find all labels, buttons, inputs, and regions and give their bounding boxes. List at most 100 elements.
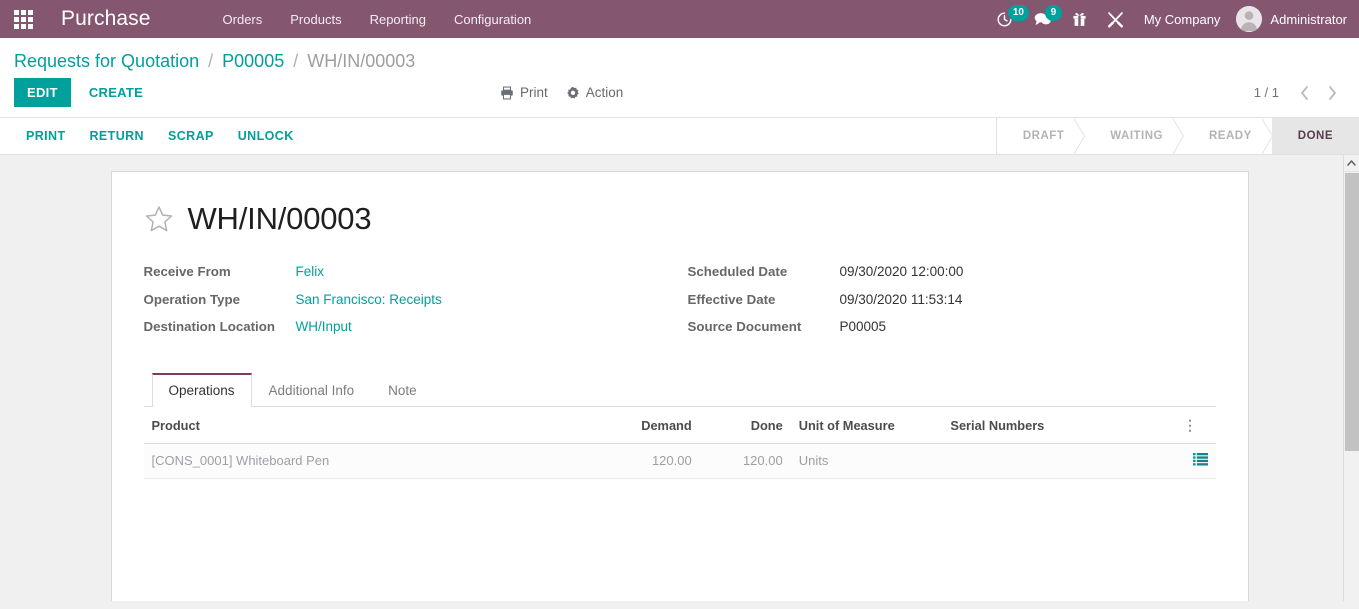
table-header-row: Product Demand Done Unit of Measure Seri… (144, 407, 1216, 443)
cell-detail-action[interactable] (1175, 443, 1216, 478)
status-stage-draft[interactable]: DRAFT (997, 118, 1084, 154)
star-outline-icon[interactable] (144, 205, 174, 234)
edit-button[interactable]: EDIT (14, 78, 71, 107)
print-button[interactable]: PRINT (14, 123, 78, 149)
wrench-tools-icon (1107, 11, 1124, 28)
breadcrumb-item-root[interactable]: Requests for Quotation (14, 51, 199, 71)
page-title: WH/IN/00003 (188, 202, 372, 236)
apps-grid-icon (14, 10, 33, 29)
print-dropdown-label: Print (520, 85, 548, 100)
sheet-container: WH/IN/00003 Receive From Felix Operation… (0, 155, 1359, 601)
print-dropdown[interactable]: Print (500, 85, 548, 100)
operations-table: Product Demand Done Unit of Measure Seri… (144, 407, 1216, 479)
table-row[interactable]: [CONS_0001] Whiteboard Pen 120.00 120.00… (144, 443, 1216, 478)
form-view-page: WH/IN/00003 Receive From Felix Operation… (0, 155, 1359, 601)
chevron-right-icon (1328, 86, 1337, 100)
action-dropdown-label: Action (586, 85, 624, 100)
record-title-row: WH/IN/00003 (144, 196, 1216, 236)
company-switcher[interactable]: My Company (1134, 12, 1231, 27)
tab-additional-info[interactable]: Additional Info (252, 373, 372, 407)
activities-menu-button[interactable]: 10 (986, 0, 1023, 38)
statusbar-action-buttons: PRINT RETURN SCRAP UNLOCK (0, 118, 306, 154)
pager-next-button[interactable] (1319, 80, 1345, 106)
field-scheduled-date: Scheduled Date 09/30/2020 12:00:00 (688, 264, 1216, 279)
notebook: Operations Additional Info Note Product … (144, 373, 1216, 479)
menu-item-reporting[interactable]: Reporting (356, 2, 440, 37)
notebook-tabs: Operations Additional Info Note (144, 373, 1216, 407)
tab-note[interactable]: Note (371, 373, 434, 407)
developer-tools-button[interactable] (1097, 0, 1134, 38)
return-button[interactable]: RETURN (78, 123, 156, 149)
breadcrumb-item-current: WH/IN/00003 (307, 51, 415, 71)
field-source-document: Source Document P00005 (688, 319, 1216, 334)
field-operation-type: Operation Type San Francisco: Receipts (144, 292, 680, 307)
gear-icon (566, 86, 580, 100)
form-fields: Receive From Felix Operation Type San Fr… (144, 264, 1216, 347)
control-panel: Requests for Quotation / P00005 / WH/IN/… (0, 38, 1359, 118)
column-header-done[interactable]: Done (700, 407, 791, 443)
breadcrumb-separator: / (293, 51, 298, 71)
breadcrumb-separator: / (208, 51, 213, 71)
control-panel-dropdowns: Print Action (500, 85, 623, 100)
messages-menu-button[interactable]: 9 (1023, 0, 1062, 38)
field-value-source-document: P00005 (840, 319, 887, 334)
form-column-right: Scheduled Date 09/30/2020 12:00:00 Effec… (680, 264, 1216, 347)
vertical-dots-icon: ⋮ (1183, 417, 1197, 433)
column-header-product[interactable]: Product (144, 407, 549, 443)
statusbar: PRINT RETURN SCRAP UNLOCK DRAFT WAITING … (0, 118, 1359, 155)
menu-item-products[interactable]: Products (276, 2, 355, 37)
menu-item-configuration[interactable]: Configuration (440, 2, 545, 37)
gift-icon (1072, 11, 1087, 27)
field-receive-from: Receive From Felix (144, 264, 680, 279)
cell-product: [CONS_0001] Whiteboard Pen (144, 443, 549, 478)
scrap-button[interactable]: SCRAP (156, 123, 226, 149)
pager: 1 / 1 (1254, 80, 1345, 106)
field-effective-date: Effective Date 09/30/2020 11:53:14 (688, 292, 1216, 307)
messages-badge: 9 (1045, 5, 1062, 21)
table-body: [CONS_0001] Whiteboard Pen 120.00 120.00… (144, 443, 1216, 478)
chevron-up-icon (1347, 160, 1356, 166)
gift-menu-button[interactable] (1062, 0, 1097, 38)
list-details-icon (1193, 453, 1208, 466)
user-name-label: Administrator (1270, 12, 1347, 27)
column-header-serial-numbers[interactable]: Serial Numbers (942, 407, 1175, 443)
status-stage-ready[interactable]: READY (1183, 118, 1272, 154)
scroll-up-button[interactable] (1344, 155, 1359, 172)
apps-menu-button[interactable] (0, 0, 46, 38)
vertical-scrollbar[interactable] (1343, 155, 1359, 601)
cell-demand: 120.00 (548, 443, 700, 478)
top-navbar: Purchase Orders Products Reporting Confi… (0, 0, 1359, 38)
tab-operations[interactable]: Operations (152, 373, 252, 407)
field-destination-location: Destination Location WH/Input (144, 319, 680, 334)
status-stage-done[interactable]: DONE (1272, 118, 1359, 154)
field-value-effective-date: 09/30/2020 11:53:14 (840, 292, 963, 307)
user-avatar-icon (1236, 6, 1262, 32)
field-label-source-document: Source Document (688, 319, 840, 334)
field-label-scheduled-date: Scheduled Date (688, 264, 840, 279)
chevron-left-icon (1300, 86, 1309, 100)
pager-previous-button[interactable] (1291, 80, 1317, 106)
column-options-button[interactable]: ⋮ (1175, 407, 1216, 443)
form-column-left: Receive From Felix Operation Type San Fr… (144, 264, 680, 347)
field-value-receive-from[interactable]: Felix (296, 264, 325, 279)
field-value-destination-location[interactable]: WH/Input (296, 319, 352, 334)
navbar-right-group: 10 9 My Company (986, 0, 1359, 38)
status-stage-waiting[interactable]: WAITING (1084, 118, 1183, 154)
column-header-unit-of-measure[interactable]: Unit of Measure (791, 407, 943, 443)
app-brand-title[interactable]: Purchase (46, 7, 161, 31)
main-menu: Orders Products Reporting Configuration (209, 2, 546, 37)
cell-unit-of-measure: Units (791, 443, 943, 478)
menu-item-orders[interactable]: Orders (209, 2, 277, 37)
create-button[interactable]: CREATE (77, 78, 155, 107)
field-label-receive-from: Receive From (144, 264, 296, 279)
column-header-demand[interactable]: Demand (548, 407, 700, 443)
field-label-effective-date: Effective Date (688, 292, 840, 307)
field-value-scheduled-date: 09/30/2020 12:00:00 (840, 264, 964, 279)
unlock-button[interactable]: UNLOCK (226, 123, 306, 149)
scrollbar-thumb[interactable] (1345, 173, 1359, 451)
field-value-operation-type[interactable]: San Francisco: Receipts (296, 292, 442, 307)
user-menu[interactable]: Administrator (1230, 6, 1347, 32)
action-dropdown[interactable]: Action (566, 85, 624, 100)
breadcrumb-item-parent[interactable]: P00005 (222, 51, 284, 71)
breadcrumb: Requests for Quotation / P00005 / WH/IN/… (0, 38, 1359, 78)
